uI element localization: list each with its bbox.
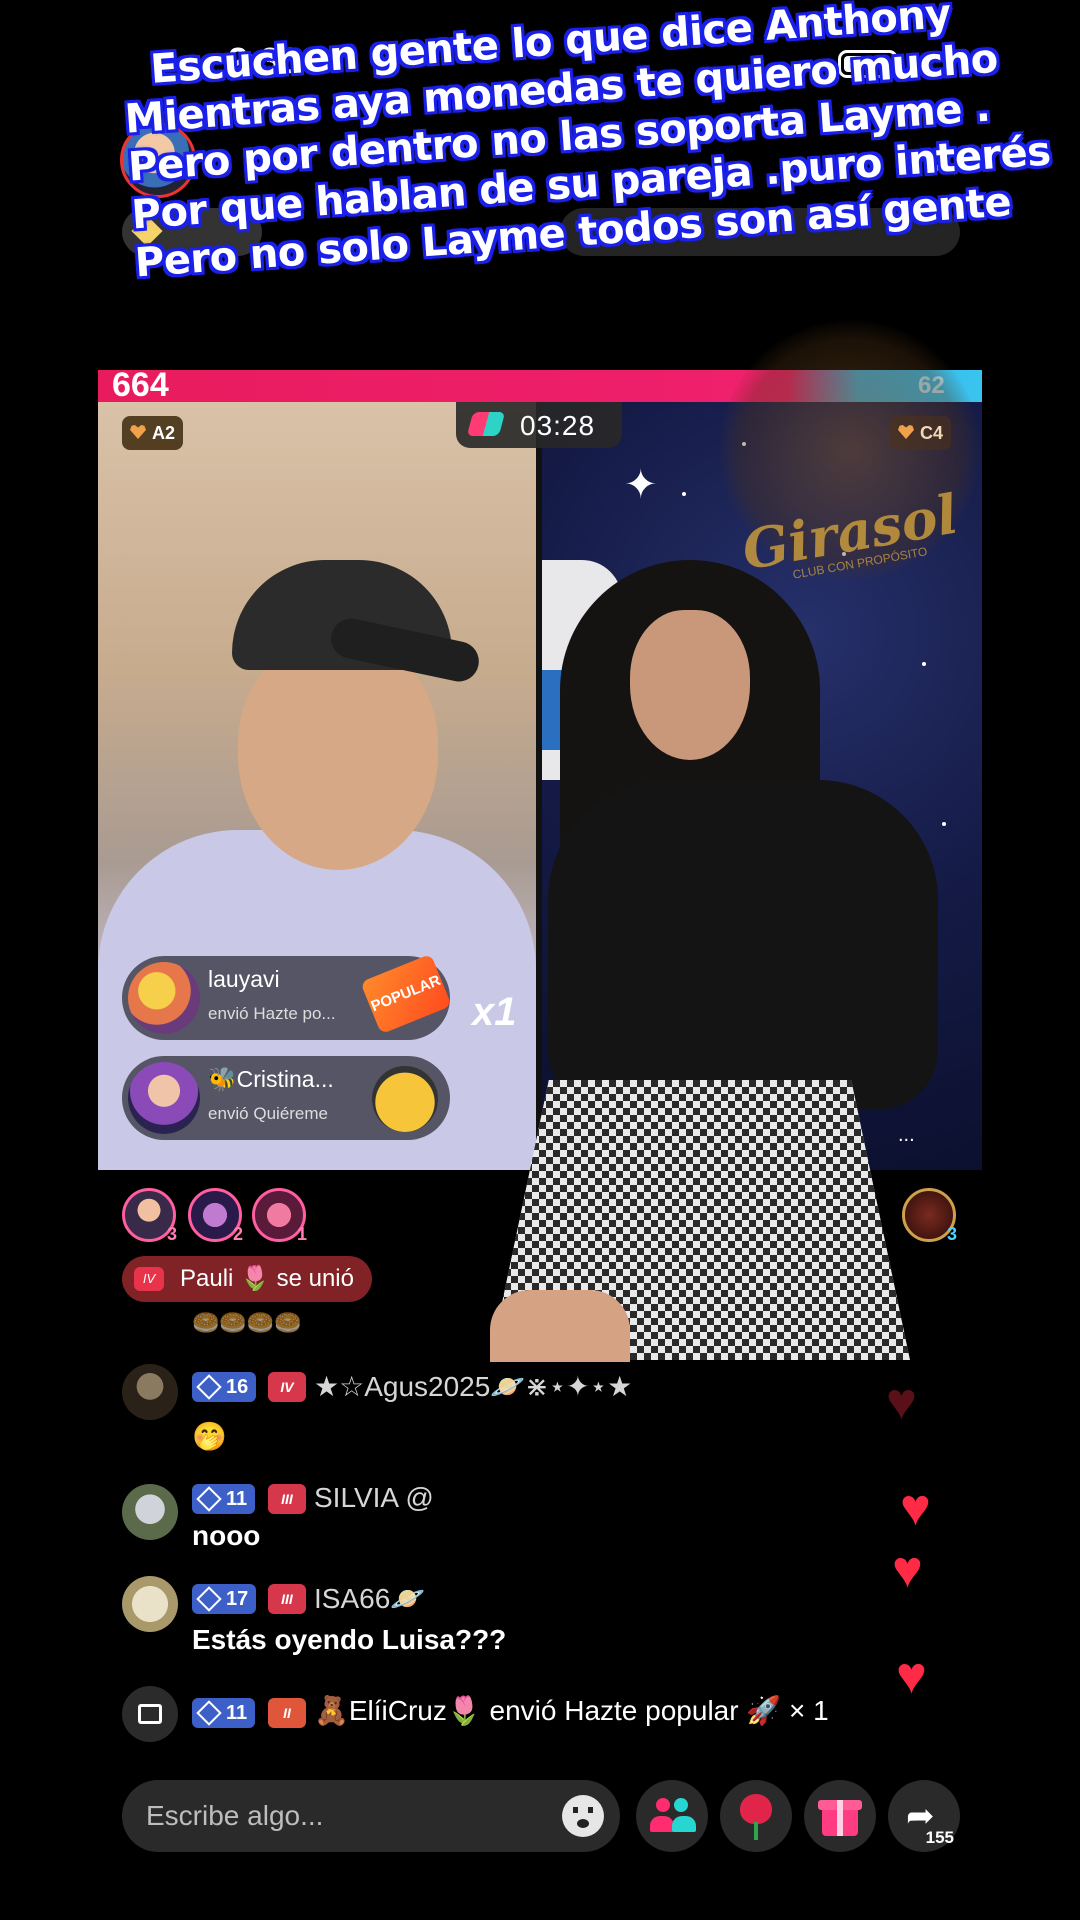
like-heart-icon: ♥: [896, 1647, 927, 1705]
right-host-leg: [490, 1290, 630, 1362]
chat-message: nooo: [192, 1520, 261, 1551]
gift-sender-name: lauyavi: [208, 966, 280, 992]
gifter-rank: 2: [232, 1224, 243, 1244]
share-count: 155: [925, 1828, 954, 1847]
right-host-top: [548, 780, 938, 1110]
faded-chat-row: 🥯🥯🥯🥯: [192, 1310, 302, 1335]
rose-icon: [740, 1794, 772, 1824]
heart-icon: [898, 425, 914, 439]
right-host-face: [630, 610, 750, 760]
share-button[interactable]: ➦ 155: [888, 1780, 960, 1852]
chat-message: Estás oyendo Luisa???: [192, 1624, 507, 1655]
panel-divider: [536, 402, 542, 1170]
gift-description: envió Quiéreme: [208, 1104, 329, 1123]
gifter-rank: 3: [946, 1224, 957, 1244]
like-heart-icon: ♥: [886, 1373, 917, 1431]
gift-description: envió Hazte po...: [208, 1004, 336, 1023]
left-rank-badge: A2: [122, 416, 184, 450]
user-level-badge: 16: [192, 1372, 257, 1402]
quiereme-gift-icon: [372, 1066, 438, 1132]
fan-level-badge: IV: [134, 1267, 164, 1291]
user-joined-notice: IV Pauli 🌷 se unió: [122, 1256, 372, 1302]
gift-icon[interactable]: [122, 1686, 178, 1742]
top-gifter-avatar[interactable]: 2: [188, 1188, 243, 1244]
chat-message: 🤭: [192, 1421, 227, 1452]
like-heart-icon: ♥: [900, 1479, 931, 1537]
gift-sender-avatar: [128, 1062, 200, 1134]
fan-level-badge: III: [268, 1584, 306, 1614]
gift-multiplier: x1: [472, 990, 517, 1034]
gifter-rank: 1: [296, 1224, 307, 1244]
people-icon: [656, 1798, 670, 1812]
user-level-badge: 11: [192, 1484, 256, 1514]
top-gifter-avatar[interactable]: 1: [252, 1188, 307, 1244]
user-level-badge: 11: [192, 1698, 256, 1728]
comment-input[interactable]: [122, 1780, 620, 1852]
sparkle-icon: ✦: [624, 463, 658, 507]
more-indicator: ...: [898, 1124, 915, 1146]
joined-text: Pauli 🌷 se unió: [180, 1265, 354, 1292]
fan-level-badge: II: [268, 1698, 306, 1728]
left-score: 664: [112, 366, 169, 404]
gift-button[interactable]: [804, 1780, 876, 1852]
fan-level-badge: III: [268, 1484, 306, 1514]
chat-avatar[interactable]: [122, 1364, 178, 1420]
left-host-face: [238, 640, 438, 870]
gift-sender-avatar: [128, 962, 200, 1034]
rose-gift-button[interactable]: [720, 1780, 792, 1852]
emoji-icon[interactable]: [562, 1795, 604, 1837]
user-level-badge: 17: [192, 1584, 257, 1614]
multi-guest-button[interactable]: [636, 1780, 708, 1852]
chat-username[interactable]: ISA66🪐: [314, 1582, 425, 1615]
chat-avatar[interactable]: [122, 1576, 178, 1632]
chat-username[interactable]: ★☆Agus2025🪐⋇⋆✦⋆★: [314, 1370, 632, 1403]
battle-icon: [466, 412, 506, 436]
right-rank-badge: C4: [890, 416, 952, 450]
gifter-rank: 3: [166, 1224, 177, 1244]
battle-timer: 03:28: [456, 402, 622, 448]
like-heart-icon: ♥: [892, 1541, 923, 1599]
opponent-top-gifter-avatar[interactable]: 3: [902, 1188, 957, 1244]
chat-username[interactable]: SILVIA @: [314, 1482, 434, 1514]
chat-avatar[interactable]: [122, 1484, 178, 1540]
heart-icon: [130, 425, 146, 439]
top-gifter-avatar[interactable]: 3: [122, 1188, 177, 1244]
gift-sender-name: 🐝Cristina...: [208, 1066, 334, 1092]
gift-chat-message: 🧸ElíiCruz🌷 envió Hazte popular 🚀 × 1: [314, 1695, 829, 1726]
fan-level-badge: IV: [268, 1372, 306, 1402]
battle-timer-text: 03:28: [520, 410, 596, 441]
